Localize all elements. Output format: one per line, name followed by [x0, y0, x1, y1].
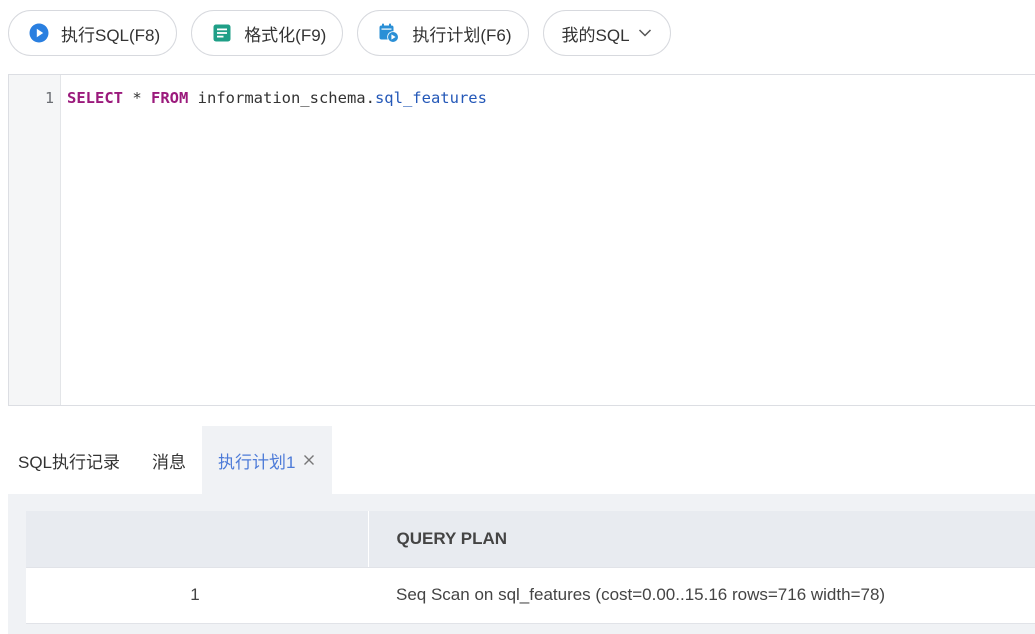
tab-sql-history[interactable]: SQL执行记录	[8, 426, 136, 494]
index-column-header	[26, 511, 369, 568]
line-number: 1	[44, 89, 54, 107]
tab-execution-plan-label: 执行计划1	[218, 452, 296, 472]
schema-identifier: information_schema.	[188, 89, 375, 107]
explain-plan-label: 执行计划(F6)	[412, 25, 512, 45]
tab-execution-plan[interactable]: 执行计划1	[202, 426, 332, 494]
table-header-row: QUERY PLAN	[26, 511, 1035, 568]
tab-messages-label: 消息	[152, 452, 187, 472]
query-plan-table: QUERY PLAN 1 Seq Scan on sql_features (c…	[26, 511, 1035, 624]
query-plan-column-header[interactable]: QUERY PLAN	[368, 511, 1035, 568]
result-tabs: SQL执行记录 消息 执行计划1	[8, 426, 332, 494]
line-gutter: 1	[9, 75, 61, 405]
table-row[interactable]: 1 Seq Scan on sql_features (cost=0.00..1…	[26, 567, 1035, 624]
my-sql-label: 我的SQL	[561, 25, 630, 45]
operator-star: *	[123, 89, 151, 107]
tab-messages[interactable]: 消息	[136, 426, 202, 494]
my-sql-dropdown[interactable]: 我的SQL	[542, 10, 671, 56]
close-icon[interactable]	[302, 453, 316, 467]
chevron-down-icon	[638, 28, 652, 38]
document-lines-icon	[212, 23, 232, 43]
tab-sql-history-label: SQL执行记录	[18, 452, 121, 472]
format-button[interactable]: 格式化(F9)	[191, 10, 344, 56]
query-plan-cell[interactable]: Seq Scan on sql_features (cost=0.00..15.…	[368, 567, 1035, 624]
row-index-cell: 1	[26, 567, 368, 624]
run-sql-label: 执行SQL(F8)	[61, 25, 161, 45]
play-circle-icon	[29, 23, 49, 43]
toolbar: 执行SQL(F8) 格式化(F9) 执行计划(F6) 我的SQL	[8, 10, 685, 56]
plan-calendar-icon	[378, 22, 400, 44]
sql-editor[interactable]: 1 SELECT * FROM information_schema.sql_f…	[8, 74, 1035, 406]
format-label: 格式化(F9)	[244, 25, 327, 45]
run-sql-button[interactable]: 执行SQL(F8)	[8, 10, 178, 56]
table-identifier: sql_features	[374, 89, 487, 107]
keyword-select: SELECT	[67, 89, 123, 107]
keyword-from: FROM	[151, 89, 189, 107]
explain-plan-button[interactable]: 执行计划(F6)	[357, 10, 529, 56]
code-line[interactable]: SELECT * FROM information_schema.sql_fea…	[67, 89, 487, 107]
